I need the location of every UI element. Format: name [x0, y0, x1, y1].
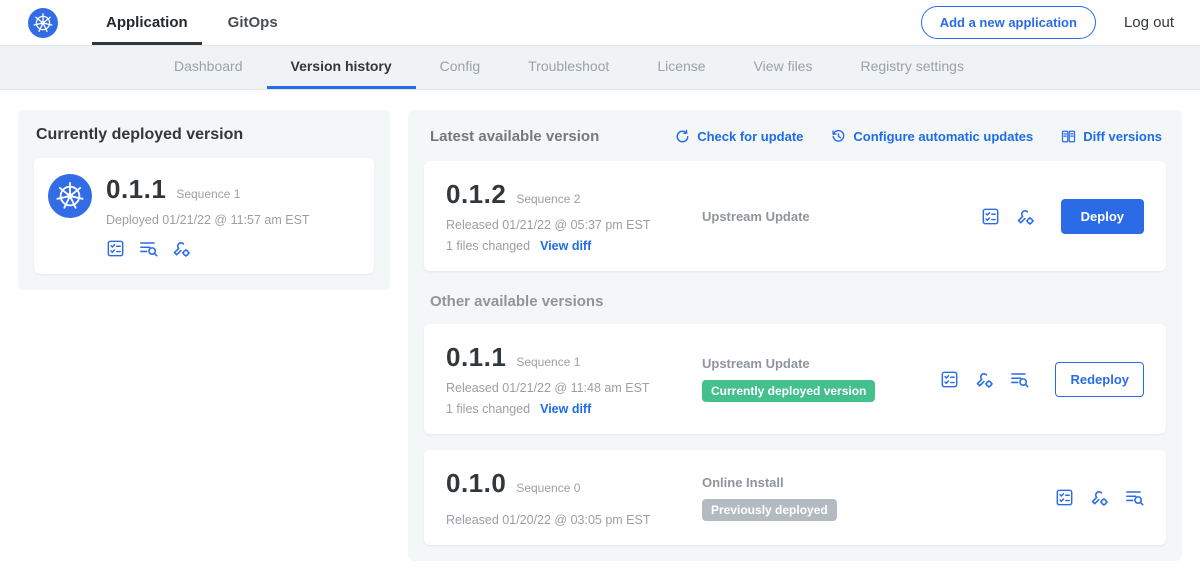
edit-config-icon[interactable]	[975, 370, 994, 389]
subnav-item-license[interactable]: License	[633, 46, 729, 89]
deployed-version-info: 0.1.1 Sequence 1 Deployed 01/21/22 @ 11:…	[106, 174, 310, 258]
deployed-sequence-label: Sequence 1	[176, 187, 240, 201]
version-card-actions: Redeploy	[940, 362, 1144, 397]
deployed-version-number: 0.1.1	[106, 174, 166, 205]
edit-config-icon[interactable]	[1016, 207, 1035, 226]
logout-button[interactable]: Log out	[1124, 14, 1174, 31]
subnav-item-dashboard[interactable]: Dashboard	[150, 46, 267, 89]
view-diff-link[interactable]: View diff	[540, 239, 591, 253]
deployed-timestamp: Deployed 01/21/22 @ 11:57 am EST	[106, 213, 310, 227]
view-logs-icon[interactable]	[139, 239, 158, 258]
edit-config-icon[interactable]	[1090, 488, 1109, 507]
deployed-panel-title: Currently deployed version	[34, 126, 374, 144]
released-timestamp: Released 01/20/22 @ 03:05 pm EST	[446, 513, 702, 527]
version-info: 0.1.1 Sequence 1 Released 01/21/22 @ 11:…	[446, 342, 702, 416]
tab-gitops[interactable]: GitOps	[214, 0, 292, 45]
source-label: Upstream Update	[702, 356, 810, 371]
topbar-spacer	[304, 0, 921, 45]
version-card-0-1-1: 0.1.1 Sequence 1 Released 01/21/22 @ 11:…	[424, 324, 1166, 434]
version-card-actions	[1055, 488, 1144, 507]
release-notes-icon[interactable]	[1055, 488, 1074, 507]
sequence-label: Sequence 1	[516, 355, 580, 369]
view-diff-link[interactable]: View diff	[540, 402, 591, 416]
version-number: 0.1.2	[446, 179, 506, 210]
diff-versions-link[interactable]: Diff versions	[1061, 129, 1162, 144]
diff-versions-icon	[1061, 129, 1076, 144]
sequence-label: Sequence 2	[516, 192, 580, 206]
deployed-actions	[106, 239, 310, 258]
released-timestamp: Released 01/21/22 @ 11:48 am EST	[446, 381, 702, 395]
version-source: Upstream Update Currently deployed versi…	[702, 356, 940, 402]
kubernetes-logo-icon	[48, 174, 92, 218]
main-content: Currently deployed version 0.1.1 Sequenc…	[0, 90, 1200, 581]
version-number: 0.1.0	[446, 468, 506, 499]
source-label: Upstream Update	[702, 209, 810, 224]
version-info: 0.1.0 Sequence 0 Released 01/20/22 @ 03:…	[446, 468, 702, 527]
currently-deployed-panel: Currently deployed version 0.1.1 Sequenc…	[18, 110, 390, 290]
version-info: 0.1.2 Sequence 2 Released 01/21/22 @ 05:…	[446, 179, 702, 253]
view-logs-icon[interactable]	[1125, 488, 1144, 507]
kubernetes-logo-icon	[28, 8, 58, 38]
version-history-panel: Latest available version Check for updat…	[408, 110, 1182, 561]
version-source: Online Install Previously deployed	[702, 475, 1055, 521]
refresh-icon	[675, 129, 690, 144]
release-notes-icon[interactable]	[981, 207, 1000, 226]
latest-version-header: Latest available version Check for updat…	[424, 126, 1166, 145]
version-source: Upstream Update	[702, 209, 981, 224]
version-card-latest: 0.1.2 Sequence 2 Released 01/21/22 @ 05:…	[424, 161, 1166, 271]
subnav-item-config[interactable]: Config	[416, 46, 504, 89]
currently-deployed-badge: Currently deployed version	[702, 380, 875, 402]
check-for-update-link[interactable]: Check for update	[675, 129, 803, 144]
sequence-label: Sequence 0	[516, 481, 580, 495]
deploy-button[interactable]: Deploy	[1061, 199, 1144, 234]
previously-deployed-badge: Previously deployed	[702, 499, 837, 521]
release-notes-icon[interactable]	[940, 370, 959, 389]
version-actions: Check for update Configure automatic upd…	[675, 129, 1162, 144]
view-logs-icon[interactable]	[1010, 370, 1029, 389]
app-subnav: Dashboard Version history Config Trouble…	[0, 46, 1200, 90]
tab-application[interactable]: Application	[92, 0, 202, 45]
subnav-item-troubleshoot[interactable]: Troubleshoot	[504, 46, 633, 89]
edit-config-icon[interactable]	[172, 239, 191, 258]
files-changed-label: 1 files changed	[446, 239, 530, 253]
check-for-update-label: Check for update	[697, 129, 803, 144]
topbar: Application GitOps Add a new application…	[0, 0, 1200, 46]
version-card-actions: Deploy	[981, 199, 1144, 234]
files-changed-label: 1 files changed	[446, 402, 530, 416]
other-versions-title: Other available versions	[424, 293, 1166, 310]
version-number: 0.1.1	[446, 342, 506, 373]
subnav-item-view-files[interactable]: View files	[730, 46, 837, 89]
release-notes-icon[interactable]	[106, 239, 125, 258]
add-application-button[interactable]: Add a new application	[921, 6, 1096, 39]
subnav-item-version-history[interactable]: Version history	[267, 46, 416, 89]
redeploy-button[interactable]: Redeploy	[1055, 362, 1144, 397]
latest-version-title: Latest available version	[430, 128, 599, 145]
auto-update-icon	[831, 129, 846, 144]
subnav-item-registry-settings[interactable]: Registry settings	[836, 46, 987, 89]
deployed-version-card: 0.1.1 Sequence 1 Deployed 01/21/22 @ 11:…	[34, 158, 374, 274]
configure-automatic-updates-link[interactable]: Configure automatic updates	[831, 129, 1033, 144]
diff-versions-label: Diff versions	[1083, 129, 1162, 144]
topbar-tabs: Application GitOps	[92, 0, 304, 45]
configure-automatic-updates-label: Configure automatic updates	[853, 129, 1033, 144]
released-timestamp: Released 01/21/22 @ 05:37 pm EST	[446, 218, 702, 232]
source-label: Online Install	[702, 475, 784, 490]
version-card-0-1-0: 0.1.0 Sequence 0 Released 01/20/22 @ 03:…	[424, 450, 1166, 545]
